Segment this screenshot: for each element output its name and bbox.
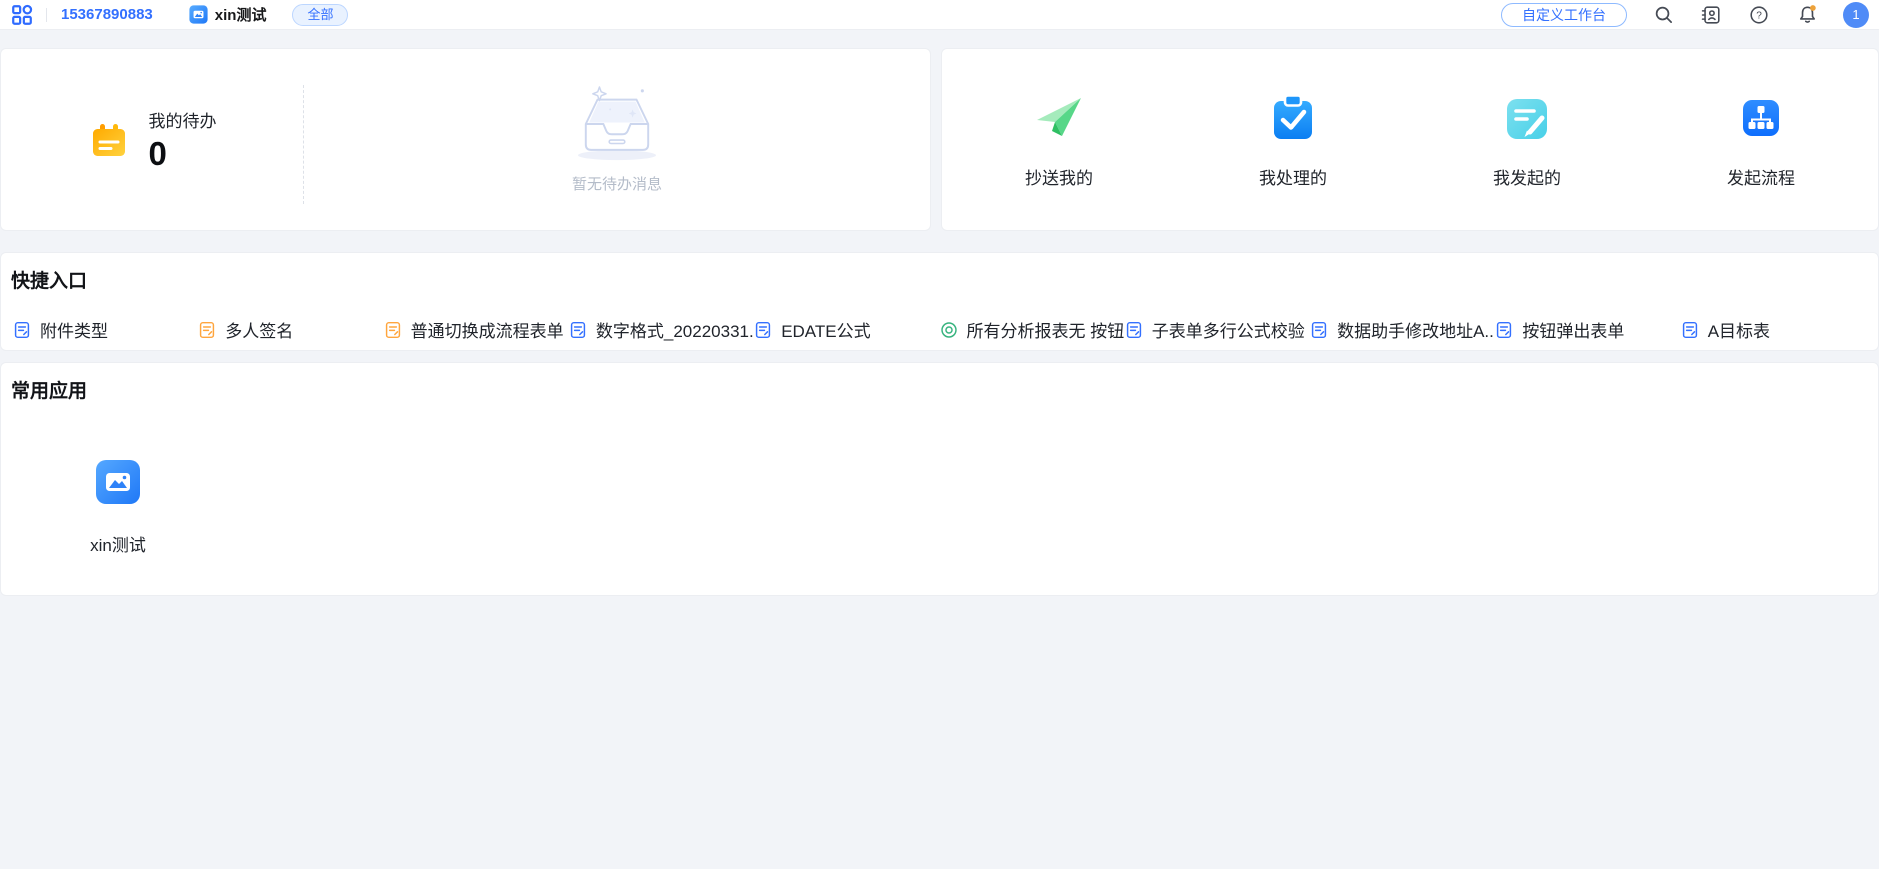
topbar-divider [46, 8, 47, 22]
form-doc-icon [754, 321, 772, 339]
report-target-icon [940, 321, 958, 339]
form-doc-icon [198, 321, 216, 339]
quick-entry-label: 附件类型 [40, 317, 108, 342]
customize-workbench-button[interactable]: 自定义工作台 [1501, 3, 1627, 27]
quick-entry-item[interactable]: 附件类型 [13, 317, 198, 342]
quick-entry-label: A目标表 [1708, 317, 1770, 342]
main-content: 我的待办 0 [0, 30, 1879, 596]
form-doc-icon [1125, 321, 1143, 339]
quick-entry-label: 数据助手修改地址A... [1337, 317, 1495, 342]
shortcut-start-process[interactable]: 发起流程 [1644, 49, 1878, 230]
quick-entry-label: 普通切换成流程表单 [411, 317, 564, 342]
topbar: 15367890883 xin测试 全部 自定义工作台 [0, 0, 1879, 30]
workspace-chip[interactable]: xin测试 [189, 4, 267, 25]
todo-calendar-icon [89, 120, 129, 160]
quick-entry-label: 所有分析报表无 按钮 [967, 317, 1125, 342]
form-doc-icon [1310, 321, 1328, 339]
shortcut-label: 抄送我的 [1025, 164, 1093, 189]
quick-entry-item[interactable]: 所有分析报表无 按钮 [940, 317, 1125, 342]
todo-count: 0 [149, 136, 217, 172]
quick-entry-label: 子表单多行公式校验 [1152, 317, 1305, 342]
todo-title: 我的待办 [149, 107, 217, 132]
frequent-apps-list: xin测试 [11, 403, 1868, 556]
phone-number-link[interactable]: 15367890883 [61, 6, 153, 23]
form-doc-icon [13, 321, 31, 339]
shortcut-label: 我发起的 [1493, 164, 1561, 189]
quick-entry-label: 按钮弹出表单 [1522, 317, 1624, 342]
quick-entry-item[interactable]: A目标表 [1681, 317, 1866, 342]
paper-plane-icon [1031, 90, 1087, 146]
quick-entry-card: 快捷入口 附件类型 多人签名 普通切换成流程表单 数字格式_20220331..… [0, 252, 1879, 351]
quick-entry-label: 数字格式_20220331... [596, 317, 754, 342]
shortcut-handled-by-me[interactable]: 我处理的 [1176, 49, 1410, 230]
notification-dot [1809, 5, 1815, 11]
empty-inbox-illustration [559, 85, 675, 163]
quick-entry-item[interactable]: EDATE公式 [754, 317, 939, 342]
quick-entry-item[interactable]: 数字格式_20220331... [569, 317, 754, 342]
app-tile-xin-test[interactable]: xin测试 [85, 459, 151, 556]
form-doc-icon [1681, 321, 1699, 339]
filter-all-button[interactable]: 全部 [292, 4, 348, 26]
doc-edit-icon [1499, 90, 1555, 146]
quick-entry-item[interactable]: 普通切换成流程表单 [384, 317, 569, 342]
todo-empty-state: 暂无待办消息 [304, 49, 930, 230]
app-tile-label: xin测试 [90, 531, 146, 556]
quick-entry-label: 多人签名 [225, 317, 293, 342]
frequent-apps-title: 常用应用 [11, 376, 1868, 403]
form-doc-icon [569, 321, 587, 339]
avatar[interactable]: 1 [1843, 2, 1869, 28]
clipboard-check-icon [1265, 90, 1321, 146]
shortcut-started-by-me[interactable]: 我发起的 [1410, 49, 1644, 230]
search-icon[interactable] [1651, 3, 1675, 27]
help-icon[interactable]: ? [1747, 3, 1771, 27]
notifications-bell-icon[interactable] [1795, 3, 1819, 27]
contacts-icon[interactable] [1699, 3, 1723, 27]
quick-entry-item[interactable]: 多人签名 [198, 317, 383, 342]
quick-entry-list: 附件类型 多人签名 普通切换成流程表单 数字格式_20220331... EDA… [11, 317, 1868, 342]
empty-message: 暂无待办消息 [572, 173, 662, 194]
shortcut-cc-to-me[interactable]: 抄送我的 [942, 49, 1176, 230]
shortcut-label: 发起流程 [1727, 164, 1795, 189]
shortcut-label: 我处理的 [1259, 164, 1327, 189]
process-shortcuts-card: 抄送我的 我处理的 [941, 48, 1879, 231]
form-doc-icon [384, 321, 402, 339]
frequent-apps-card: 常用应用 xin测试 [0, 362, 1879, 596]
quick-entry-item[interactable]: 子表单多行公式校验 [1125, 317, 1310, 342]
todo-card: 我的待办 0 [0, 48, 931, 231]
workspace-app-icon [189, 5, 208, 24]
quick-entry-item[interactable]: 按钮弹出表单 [1495, 317, 1680, 342]
svg-text:?: ? [1756, 10, 1762, 21]
org-flow-icon [1733, 90, 1789, 146]
apps-grid-icon[interactable] [10, 3, 34, 27]
quick-entry-label: EDATE公式 [781, 317, 870, 342]
workspace-name: xin测试 [215, 4, 267, 25]
form-doc-icon [1495, 321, 1513, 339]
topbar-right: 自定义工作台 ? [1501, 2, 1869, 28]
topbar-left: 15367890883 xin测试 全部 [10, 3, 348, 27]
quick-entry-title: 快捷入口 [11, 266, 1868, 293]
todo-summary[interactable]: 我的待办 0 [1, 49, 304, 230]
app-image-icon [95, 459, 141, 505]
quick-entry-item[interactable]: 数据助手修改地址A... [1310, 317, 1495, 342]
